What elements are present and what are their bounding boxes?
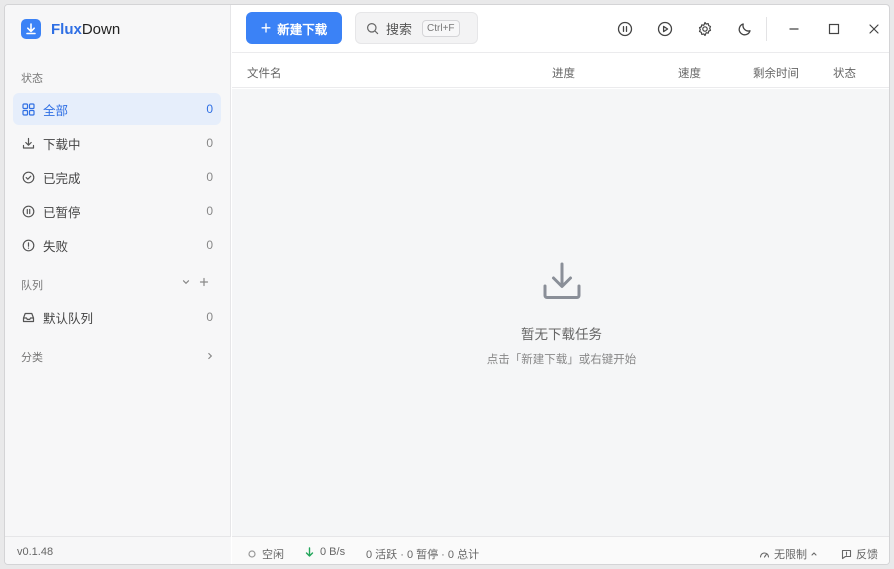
column-header-status[interactable]: 状态: [833, 65, 856, 81]
pause-circle-icon: [617, 21, 633, 37]
empty-state-title: 暂无下载任务: [521, 327, 602, 342]
sidebar-footer: v0.1.48: [5, 536, 231, 564]
empty-state-subtitle: 点击「新建下载」或右键开始: [486, 354, 637, 366]
connection-status: 空闲: [248, 546, 284, 562]
sidebar-item-label: 默认队列: [43, 311, 94, 326]
sidebar-item-count: 0: [206, 102, 213, 116]
pause-all-button[interactable]: [615, 19, 635, 39]
gauge-icon: [759, 549, 770, 560]
close-button[interactable]: [864, 19, 884, 39]
settings-button[interactable]: [695, 19, 715, 39]
minimize-icon: [788, 23, 800, 35]
maximize-icon: [828, 23, 840, 35]
speed-limit-label: 无限制: [774, 549, 807, 561]
sidebar-item-label: 已完成: [43, 171, 81, 186]
start-all-button[interactable]: [655, 19, 675, 39]
plus-icon: +: [260, 18, 272, 38]
arrow-down-icon: [305, 547, 314, 557]
sidebar-item-count: 0: [206, 136, 213, 150]
sidebar-item-label: 下载中: [43, 137, 81, 152]
sidebar-item-downloading[interactable]: 下载中 0: [13, 127, 221, 159]
sidebar-item-completed[interactable]: 已完成 0: [13, 161, 221, 193]
search-icon: [366, 22, 379, 35]
queue-section-label: 队列: [21, 280, 43, 292]
close-icon: [868, 23, 880, 35]
play-circle-icon: [657, 21, 673, 37]
sidebar-item-count: 0: [206, 204, 213, 218]
app-name: FluxDown: [51, 20, 121, 38]
column-header-progress[interactable]: 进度: [552, 65, 575, 81]
theme-toggle-button[interactable]: [735, 19, 755, 39]
app-window: FluxDown 状态 全部 0 下载中 0 已完成 0 已暂停 0 失败 0 …: [4, 4, 890, 565]
pause-circle-icon: [21, 204, 35, 218]
brand: FluxDown: [21, 17, 120, 41]
gear-icon: [697, 21, 713, 37]
search-shortcut-badge: Ctrl+F: [422, 19, 460, 37]
add-queue-icon[interactable]: [199, 276, 209, 290]
alert-circle-icon: [21, 238, 35, 252]
new-download-button[interactable]: + 新建下载: [246, 12, 342, 44]
sidebar-item-label: 失败: [43, 239, 69, 254]
category-section[interactable]: 分类: [21, 349, 215, 365]
status-bar: 空闲 0 B/s 0 活跃 · 0 暂停 · 0 总计 无限制 反馈: [232, 536, 889, 564]
sidebar-item-failed[interactable]: 失败 0: [13, 229, 221, 261]
feedback-label: 反馈: [856, 549, 878, 561]
column-header-filename[interactable]: 文件名: [247, 65, 282, 81]
search-placeholder: 搜索: [386, 21, 413, 37]
status-section-label: 状态: [21, 73, 43, 85]
download-speed: 0 B/s: [305, 546, 345, 558]
sidebar: FluxDown 状态 全部 0 下载中 0 已完成 0 已暂停 0 失败 0 …: [5, 5, 231, 536]
chevron-right-icon: [205, 351, 215, 364]
check-circle-icon: [21, 170, 35, 184]
sidebar-item-label: 全部: [43, 103, 69, 118]
toolbar: + 新建下载 搜索 Ctrl+F: [232, 5, 889, 53]
grid-icon: [21, 102, 35, 116]
app-logo-icon: [21, 19, 41, 39]
sidebar-item-paused[interactable]: 已暂停 0: [13, 195, 221, 227]
sidebar-item-label: 已暂停: [43, 205, 81, 220]
feedback-button[interactable]: 反馈: [841, 546, 878, 562]
new-download-label: 新建下载: [277, 22, 328, 37]
status-text: 空闲: [262, 549, 284, 561]
sidebar-item-count: 0: [206, 170, 213, 184]
moon-icon: [737, 21, 753, 37]
idle-dot-icon: [248, 550, 256, 558]
sidebar-item-count: 0: [206, 238, 213, 252]
task-summary: 0 活跃 · 0 暂停 · 0 总计: [366, 549, 480, 561]
category-section-label: 分类: [21, 352, 43, 364]
speed-text: 0 B/s: [320, 546, 346, 558]
speed-limit-selector[interactable]: 无限制: [759, 546, 818, 562]
table-header: 文件名 进度 速度 剩余时间 状态: [232, 54, 889, 88]
inbox-icon: [21, 310, 35, 324]
chevron-down-icon[interactable]: [181, 276, 191, 290]
sidebar-item-default-queue[interactable]: 默认队列 0: [13, 301, 221, 333]
sidebar-item-all[interactable]: 全部 0: [13, 93, 221, 125]
column-header-speed[interactable]: 速度: [678, 65, 701, 81]
sidebar-item-count: 0: [206, 310, 213, 324]
version-label: v0.1.48: [17, 545, 54, 558]
column-header-remaining[interactable]: 剩余时间: [753, 65, 799, 81]
toolbar-divider: [766, 17, 767, 41]
download-icon: [21, 136, 35, 150]
maximize-button[interactable]: [824, 19, 844, 39]
queue-actions: [181, 276, 209, 290]
chevron-up-icon: [810, 550, 818, 558]
feedback-icon: [841, 549, 852, 560]
search-input[interactable]: 搜索 Ctrl+F: [355, 12, 478, 44]
minimize-button[interactable]: [784, 19, 804, 39]
download-list[interactable]: 暂无下载任务 点击「新建下载」或右键开始: [232, 89, 889, 536]
download-tray-icon: [541, 260, 583, 305]
